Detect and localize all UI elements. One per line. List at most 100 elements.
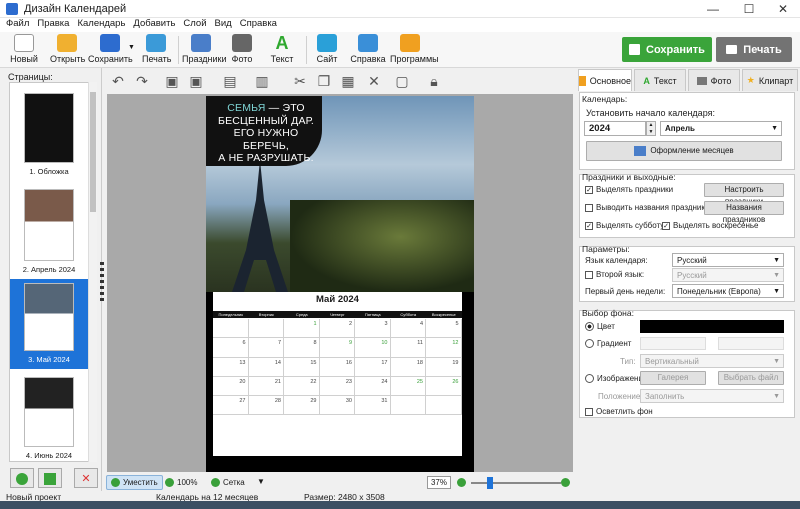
distribute-icon[interactable]: ▥ (253, 73, 271, 89)
second-language-checkbox[interactable] (585, 271, 593, 279)
new-button[interactable]: Новый (10, 34, 38, 66)
months-design-button[interactable]: Оформление месяцев (586, 141, 782, 161)
setup-holidays-button[interactable]: Настроить праздники (704, 183, 784, 206)
pages-list[interactable]: 1. Обложка 2. Апрель 2024 3. Май 2024 4.… (9, 82, 97, 462)
language-select[interactable]: Русский ▼ (672, 253, 784, 267)
text-button[interactable]: A Текст (268, 34, 296, 66)
properties-icon[interactable]: ▢ (393, 73, 411, 89)
zoom-slider-handle[interactable] (487, 477, 493, 489)
paste-icon[interactable]: ▦ (339, 73, 357, 89)
menu-add[interactable]: Добавить (133, 18, 175, 32)
page-thumb-cover[interactable]: 1. Обложка (10, 93, 88, 183)
page-thumb-june[interactable]: 4. Июнь 2024 (10, 377, 88, 461)
help-button[interactable]: Справка (350, 34, 386, 66)
zoom-100-button[interactable]: 100% (161, 475, 201, 490)
day-cell[interactable]: 25 (390, 376, 426, 397)
day-cell[interactable]: 16 (319, 357, 355, 377)
day-cell[interactable]: 8 (284, 338, 320, 358)
duplicate-page-button[interactable] (38, 468, 62, 488)
panel-splitter[interactable] (100, 262, 104, 302)
day-cell[interactable]: 6 (213, 338, 249, 358)
bring-forward-icon[interactable]: ▣ (163, 73, 181, 89)
print-button[interactable]: Печать (142, 34, 171, 66)
tab-main[interactable]: Основное (578, 69, 632, 91)
page-thumb-may[interactable]: 3. Май 2024 (10, 279, 88, 369)
page-thumb-april[interactable]: 2. Апрель 2024 (10, 189, 88, 285)
day-cell[interactable]: 26 (426, 376, 462, 397)
first-day-select[interactable]: Понедельник (Европа) ▼ (672, 284, 784, 298)
day-cell[interactable]: 9 (319, 338, 355, 358)
grid-button[interactable]: Сетка (207, 475, 249, 490)
day-cell[interactable]: 11 (390, 338, 426, 358)
day-cell[interactable] (390, 396, 426, 416)
day-cell[interactable]: 13 (213, 357, 249, 377)
day-cell[interactable] (426, 396, 462, 416)
send-backward-icon[interactable]: ▣ (187, 73, 205, 89)
align-icon[interactable]: ▤ (221, 73, 239, 89)
zoom-in-icon[interactable] (561, 478, 570, 487)
gradient-color-1[interactable] (640, 337, 706, 350)
day-cell[interactable]: 28 (248, 396, 284, 416)
day-cell[interactable] (248, 319, 284, 339)
day-cell[interactable]: 15 (284, 357, 320, 377)
holiday-names-button[interactable]: Названия праздников (704, 201, 784, 224)
day-cell[interactable]: 3 (355, 319, 391, 339)
menu-edit[interactable]: Правка (37, 18, 69, 32)
day-cell[interactable]: 12 (426, 338, 462, 358)
day-cell[interactable]: 19 (426, 357, 462, 377)
day-cell[interactable]: 30 (319, 396, 355, 416)
highlight-saturday-checkbox[interactable]: ✓ (585, 222, 593, 230)
day-cell[interactable]: 17 (355, 357, 391, 377)
photo-button[interactable]: Фото (228, 34, 256, 66)
scrollbar-thumb[interactable] (90, 92, 96, 212)
save-dropdown-icon[interactable]: ▼ (128, 44, 135, 51)
print-big-button[interactable]: Печать (716, 37, 792, 62)
day-cell[interactable]: 31 (355, 396, 391, 416)
lock-icon[interactable]: 🔒︎ (425, 73, 443, 89)
save-button[interactable]: Сохранить (88, 34, 133, 66)
quote-text[interactable]: СЕМЬЯ — ЭТО БЕСЦЕННЫЙ ДАР. ЕГО НУЖНО БЕР… (206, 96, 322, 166)
highlight-sunday-checkbox[interactable]: ✓ (662, 222, 670, 230)
site-button[interactable]: Сайт (314, 34, 340, 66)
show-names-checkbox[interactable] (585, 204, 593, 212)
day-cell[interactable]: 10 (355, 338, 391, 358)
open-button[interactable]: Открыть (50, 34, 85, 66)
month-select[interactable]: Апрель ▼ (660, 121, 782, 136)
year-field[interactable]: 2024 (584, 121, 646, 136)
day-cell[interactable]: 27 (213, 396, 249, 416)
menu-help[interactable]: Справка (240, 18, 277, 32)
grid-dropdown-icon[interactable]: ▼ (257, 477, 265, 486)
fit-button[interactable]: Уместить (106, 475, 163, 490)
zoom-out-icon[interactable] (457, 478, 466, 487)
second-language-select[interactable]: Русский ▼ (672, 268, 784, 282)
day-cell[interactable]: 22 (284, 376, 320, 397)
image-radio[interactable] (585, 374, 594, 383)
day-cell[interactable]: 7 (248, 338, 284, 358)
day-cell[interactable]: 18 (390, 357, 426, 377)
menu-calendar[interactable]: Календарь (77, 18, 125, 32)
day-cell[interactable] (213, 319, 249, 339)
lighten-background-checkbox[interactable] (585, 408, 593, 416)
month-grid[interactable]: Май 2024 Понедельник Вторник Среда Четверг П… (213, 292, 462, 456)
day-cell[interactable]: 5 (426, 319, 462, 339)
maximize-button[interactable]: ☐ (732, 0, 766, 18)
day-cell[interactable]: 20 (213, 376, 249, 397)
cut-icon[interactable]: ✂ (291, 73, 309, 89)
pages-scrollbar[interactable] (88, 82, 97, 462)
zoom-value[interactable]: 37% (427, 476, 451, 489)
undo-icon[interactable]: ↶ (109, 73, 127, 89)
delete-icon[interactable]: ✕ (365, 73, 383, 89)
day-cell[interactable]: 21 (248, 376, 284, 397)
day-cell[interactable]: 23 (319, 376, 355, 397)
add-page-button[interactable] (10, 468, 34, 488)
day-cell[interactable]: 1 (284, 319, 320, 339)
copy-icon[interactable]: ❐ (315, 73, 333, 89)
zoom-slider[interactable] (471, 482, 561, 484)
day-cell[interactable]: 4 (390, 319, 426, 339)
menu-file[interactable]: Файл (6, 18, 29, 32)
gallery-button[interactable]: Галерея (640, 371, 706, 385)
day-cell[interactable]: 29 (284, 396, 320, 416)
position-select[interactable]: Заполнить ▼ (640, 389, 784, 403)
minimize-button[interactable]: — (696, 0, 730, 18)
gradient-type-select[interactable]: Вертикальный ▼ (640, 354, 784, 368)
